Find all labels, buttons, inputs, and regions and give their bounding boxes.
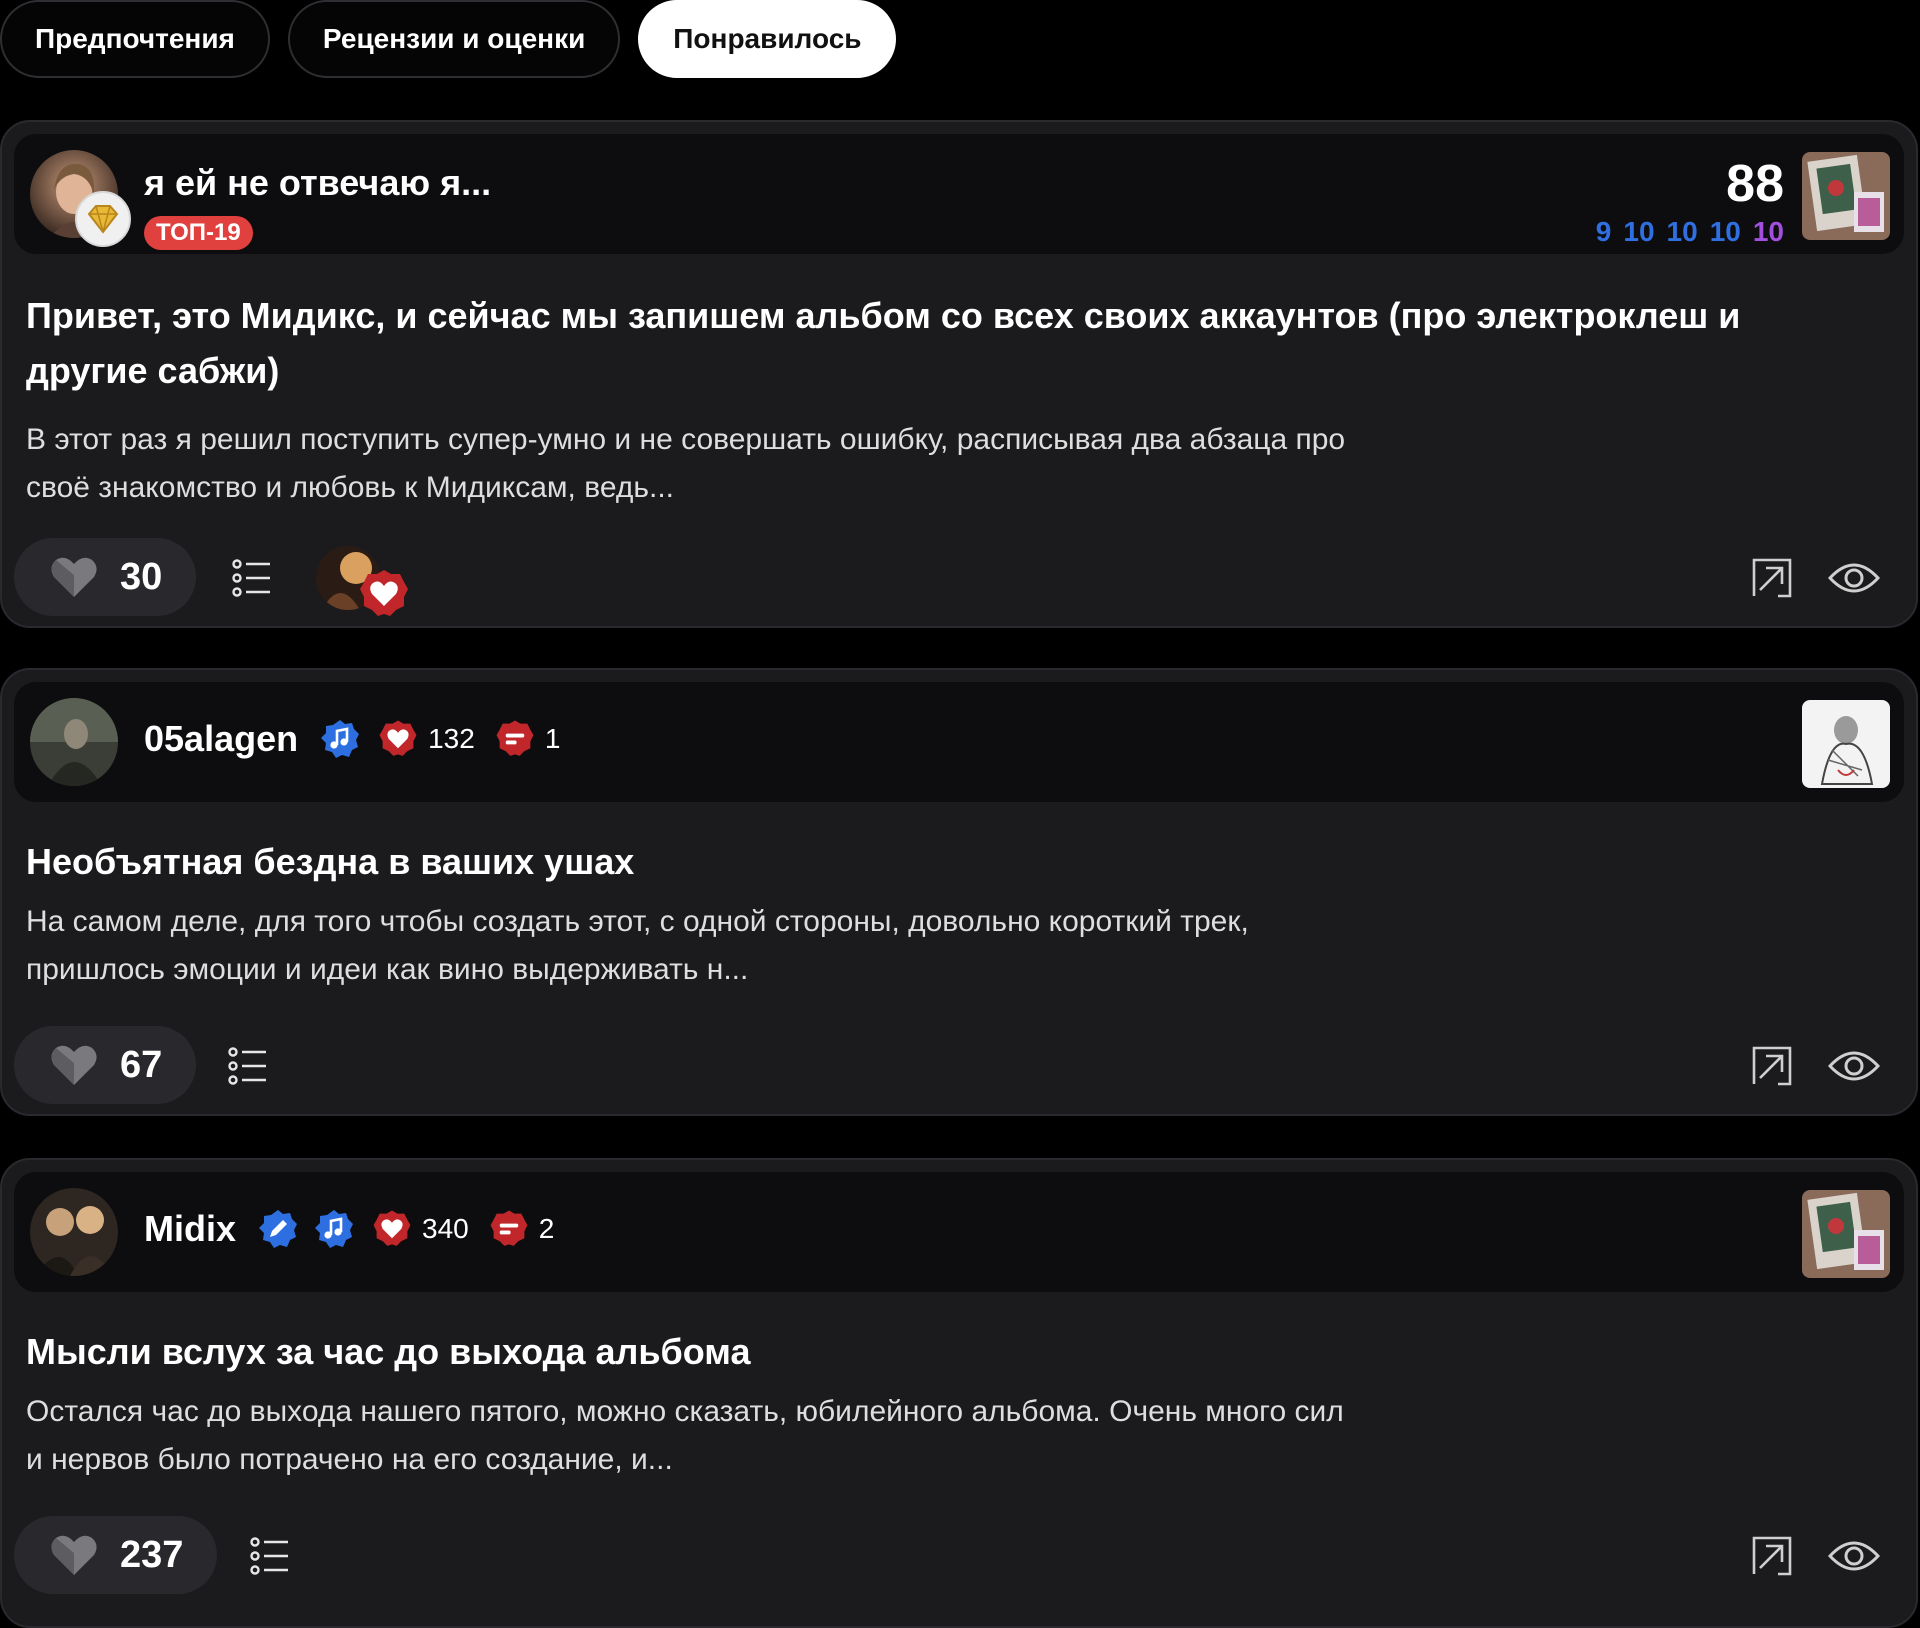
- review-title[interactable]: Необъятная бездна в ваших ушах: [26, 834, 1856, 889]
- author-meta: Midix 340 2: [144, 1208, 564, 1250]
- tab-preferences[interactable]: Предпочтения: [0, 0, 270, 78]
- review-title[interactable]: Привет, это Мидикс, и сейчас мы запишем …: [26, 288, 1856, 398]
- heart-badge-icon: [379, 720, 417, 756]
- verified-music-icon: [315, 1210, 354, 1248]
- card-header: я ей не отвечаю я... ТОП-19 88 9 10 10 1…: [14, 134, 1904, 254]
- album-cover[interactable]: [1802, 1190, 1890, 1278]
- review-excerpt: В этот раз я решил поступить супер-умно …: [26, 423, 1346, 504]
- review-badge-icon: [490, 1210, 528, 1246]
- list-icon[interactable]: [228, 1046, 268, 1086]
- subscore: 10: [1752, 216, 1784, 247]
- card-header: Midix 340 2: [14, 1172, 1904, 1292]
- like-count: 67: [120, 1043, 163, 1086]
- heart-icon: [51, 1045, 97, 1085]
- review-badge-icon: [496, 720, 534, 756]
- review-title[interactable]: Мысли вслух за час до выхода альбома: [26, 1324, 1856, 1379]
- like-count: 30: [120, 555, 163, 598]
- eye-icon[interactable]: [1828, 1046, 1880, 1086]
- like-button[interactable]: 67: [14, 1026, 197, 1104]
- tab-bar: Предпочтения Рецензии и оценки Понравило…: [0, 0, 897, 80]
- like-button[interactable]: 30: [14, 538, 197, 616]
- album-cover[interactable]: [1802, 152, 1890, 240]
- subscore: 9: [1595, 216, 1612, 247]
- like-button[interactable]: 237: [14, 1516, 218, 1594]
- eye-icon[interactable]: [1828, 558, 1880, 598]
- verified-music-icon: [321, 720, 360, 758]
- like-count: 237: [120, 1533, 184, 1576]
- heart-icon: [51, 557, 97, 597]
- top-badge: ТОП-19: [144, 216, 253, 250]
- avatar[interactable]: [30, 698, 118, 786]
- rating-breakdown: 9 10 10 10 10: [1596, 216, 1784, 248]
- share-icon[interactable]: [1752, 558, 1792, 598]
- subscore: 10: [1666, 216, 1698, 247]
- heart-badge-icon: [360, 570, 408, 616]
- review-excerpt: Остался час до выхода нашего пятого, мож…: [26, 1395, 1344, 1476]
- author-likes-count: 340: [422, 1213, 469, 1244]
- author-name[interactable]: Midix: [144, 1208, 236, 1250]
- tab-liked[interactable]: Понравилось: [638, 0, 897, 78]
- rating-score: 88: [1726, 155, 1784, 213]
- subscore: 10: [1709, 216, 1741, 247]
- avatar[interactable]: [30, 1188, 118, 1276]
- review-excerpt: На самом деле, для того чтобы создать эт…: [26, 905, 1249, 986]
- author-name[interactable]: я ей не отвечаю я...: [144, 162, 491, 204]
- album-cover[interactable]: [1802, 700, 1890, 788]
- heart-icon: [51, 1535, 97, 1575]
- author-reviews-count: 2: [538, 1213, 555, 1244]
- verified-pen-icon: [259, 1210, 298, 1248]
- subscore: 10: [1623, 216, 1655, 247]
- rank-badge-icon: [75, 191, 131, 247]
- review-card[interactable]: 05alagen 132 1 Необъятная бездна в ваших…: [0, 668, 1918, 1116]
- author-meta: 05alagen 132 1: [144, 718, 570, 760]
- share-icon[interactable]: [1752, 1046, 1792, 1086]
- author-name[interactable]: 05alagen: [144, 718, 298, 760]
- review-card[interactable]: Midix 340 2 Мысли вслух за час до выхода…: [0, 1158, 1918, 1628]
- heart-badge-icon: [373, 1210, 411, 1246]
- review-card[interactable]: я ей не отвечаю я... ТОП-19 88 9 10 10 1…: [0, 120, 1918, 628]
- author-likes-count: 132: [428, 723, 475, 754]
- card-header: 05alagen 132 1: [14, 682, 1904, 802]
- author-reviews-count: 1: [544, 723, 561, 754]
- share-icon[interactable]: [1752, 1536, 1792, 1576]
- list-icon[interactable]: [250, 1536, 290, 1576]
- eye-icon[interactable]: [1828, 1536, 1880, 1576]
- tab-reviews[interactable]: Рецензии и оценки: [287, 0, 621, 78]
- list-icon[interactable]: [232, 558, 272, 598]
